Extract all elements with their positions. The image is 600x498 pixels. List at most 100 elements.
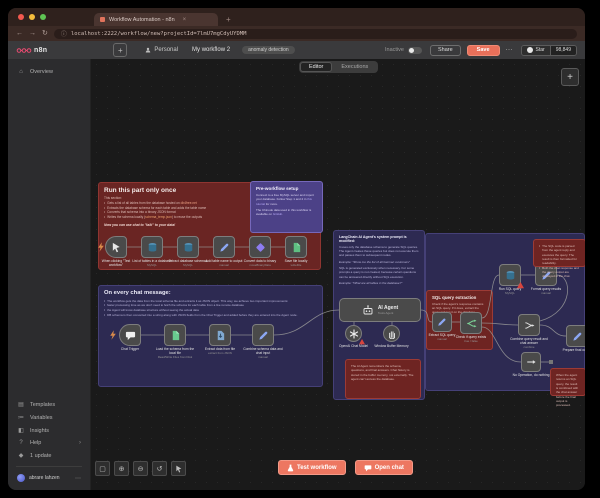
close-window-button[interactable] [18,14,24,20]
url-text[interactable]: localhost:2222/workflow/new?projectId=7l… [71,31,247,37]
warning-icon [359,339,365,345]
node-noop[interactable]: No Operation, do nothing [521,352,541,372]
open-chat-label: Open chat [375,465,404,471]
reload-icon[interactable]: ↻ [42,30,48,37]
add-button[interactable]: + [113,43,127,57]
file-save-icon [291,242,302,253]
chat-bubble-icon [125,330,136,341]
canvas-action-buttons: Test workflow Open chat [278,460,413,475]
test-workflow-button[interactable]: Test workflow [278,460,346,475]
templates-icon: ▤ [17,401,25,408]
node-convert-binary[interactable]: Convert data to binarymoveBinaryData [249,236,271,258]
warning-icon [517,282,524,289]
node-label: No Operation, do nothing [510,373,552,377]
workflow-canvas[interactable]: Editor Executions + Run this part only o… [91,59,585,490]
sticky-text: The AI Agent remembers the schema, quest… [351,364,415,381]
active-toggle[interactable] [408,47,422,54]
binary-icon [255,242,266,253]
node-list-tables[interactable]: List of tables in a databaseMySQL [141,236,163,258]
maximize-window-button[interactable] [40,14,46,20]
merge-icon [524,320,535,331]
sticky-agent-note[interactable]: The AI Agent remembers the schema, quest… [345,359,421,399]
sticky-text: When the agent returns an SQL query, the… [556,373,580,408]
undo-button[interactable]: ↺ [152,461,167,476]
more-menu-icon[interactable]: ⋯ [506,46,513,54]
node-extract-file[interactable]: Extract data from fileextract from JSON [209,324,231,346]
node-combine-result[interactable]: Combine query result and chat answercomb… [518,314,540,336]
node-buffer-memory[interactable]: Window Buffer Memory [383,325,400,342]
flask-icon [287,464,294,472]
github-icon [527,47,533,53]
zoom-in-button[interactable]: ⊕ [114,461,129,476]
sticky-sql-result-note[interactable]: The SQL code is parsed from the agent re… [533,239,585,267]
node-label: OpenAI Chat Model [333,344,375,348]
node-save-file[interactable]: Save file locallywriteFile [285,236,307,258]
workflow-tag[interactable]: anomaly detection [242,46,295,54]
site-info-icon[interactable]: ⓘ [61,29,67,38]
avatar [17,474,25,482]
browser-window: Workflow Automation - n8n × + ← → ↻ ⓘ lo… [8,8,585,490]
sidebar-item-variables[interactable]: ≔ Variables [8,411,90,424]
n8n-logo-icon [16,46,32,55]
address-bar[interactable]: ⓘ localhost:2222/workflow/new?projectId=… [54,29,577,39]
github-star-widget[interactable]: Star 98,849 [521,45,577,56]
active-toggle-label: Inactive [385,47,404,53]
node-ai-agent[interactable]: AI Agent Tools Agent [339,298,421,322]
node-openai-model[interactable]: OpenAI Chat Model [345,325,362,342]
pencil-icon [258,330,269,341]
node-chat-trigger[interactable]: Chat Trigger [119,324,141,346]
share-button[interactable]: Share [430,45,461,56]
github-star-count: 98,849 [550,46,576,55]
node-extract-sql[interactable]: Extract SQL querymanual [432,312,452,332]
workflow-name[interactable]: My workflow 2 [192,47,230,53]
breadcrumb-project[interactable]: Personal [145,47,178,53]
open-chat-button[interactable]: Open chat [355,460,413,475]
back-icon[interactable]: ← [16,30,23,37]
close-tab-icon[interactable]: × [183,17,187,23]
add-node-button[interactable]: + [561,68,579,86]
new-tab-button[interactable]: + [226,15,231,24]
canvas-controls: ▢ ⊕ ⊖ ↺ [95,461,186,476]
user-menu-icon[interactable]: ⋯ [75,475,81,482]
node-add-table-name[interactable]: Add table name to outputmanual [213,236,235,258]
minimize-window-button[interactable] [29,14,35,20]
tab-executions[interactable]: Executions [332,62,377,72]
zoom-out-button[interactable]: ⊖ [133,461,148,476]
sidebar-item-updates[interactable]: ◆ 1 update [8,449,90,462]
node-prepare-output[interactable]: Prepare final output [566,325,585,347]
pointer-mode-button[interactable] [171,461,186,476]
forward-icon[interactable]: → [29,30,36,37]
file-extract-icon [215,330,226,341]
gift-icon: ◆ [17,452,25,459]
user-menu[interactable]: abrare lahzen ⋯ [8,471,90,485]
person-icon [145,47,151,53]
node-run-sql[interactable]: Run SQL queryMySQL [499,264,521,286]
sidebar-item-overview[interactable]: ⌂ Overview [8,66,90,78]
sidebar-item-insights[interactable]: ◧ Insights [8,424,90,437]
node-check-query[interactable]: Check if query existstrue / false [460,312,482,334]
chevron-right-icon: › [79,440,81,446]
test-workflow-label: Test workflow [297,465,337,471]
robot-icon [362,304,374,316]
sidebar-item-templates[interactable]: ▤ Templates [8,398,90,411]
tab-title: Workflow Automation - n8n [109,17,175,23]
browser-tab[interactable]: Workflow Automation - n8n × [94,13,218,26]
app-header: n8n + Personal My workflow 2 anomaly det… [8,41,585,60]
tab-editor[interactable]: Editor [300,62,332,72]
pencil-icon [572,331,583,342]
node-extract-schemas[interactable]: Extract database schemasMySQL [177,236,199,258]
fit-view-button[interactable]: ▢ [95,461,110,476]
save-button[interactable]: Save [467,45,500,56]
sidebar-label-insights: Insights [30,428,49,434]
node-combine-input[interactable]: Combine schema data and chat inputmanual [252,324,274,346]
node-load-schema[interactable]: Load the schema from the local fileRead/… [164,324,186,346]
sidebar-item-help[interactable]: ? Help › [8,437,90,449]
project-name: Personal [154,47,178,53]
github-star-button[interactable]: Star [522,46,550,55]
node-manual-trigger[interactable]: When clicking "Test workflow" [105,236,127,258]
n8n-logo[interactable]: n8n [16,46,47,55]
chat-bubble-icon [364,464,372,472]
sticky-final-note[interactable]: When the agent returns an SQL query, the… [550,368,585,396]
node-label: Combine query result and chat answercomb… [508,337,550,349]
sidebar-label-updates: 1 update [30,453,51,459]
